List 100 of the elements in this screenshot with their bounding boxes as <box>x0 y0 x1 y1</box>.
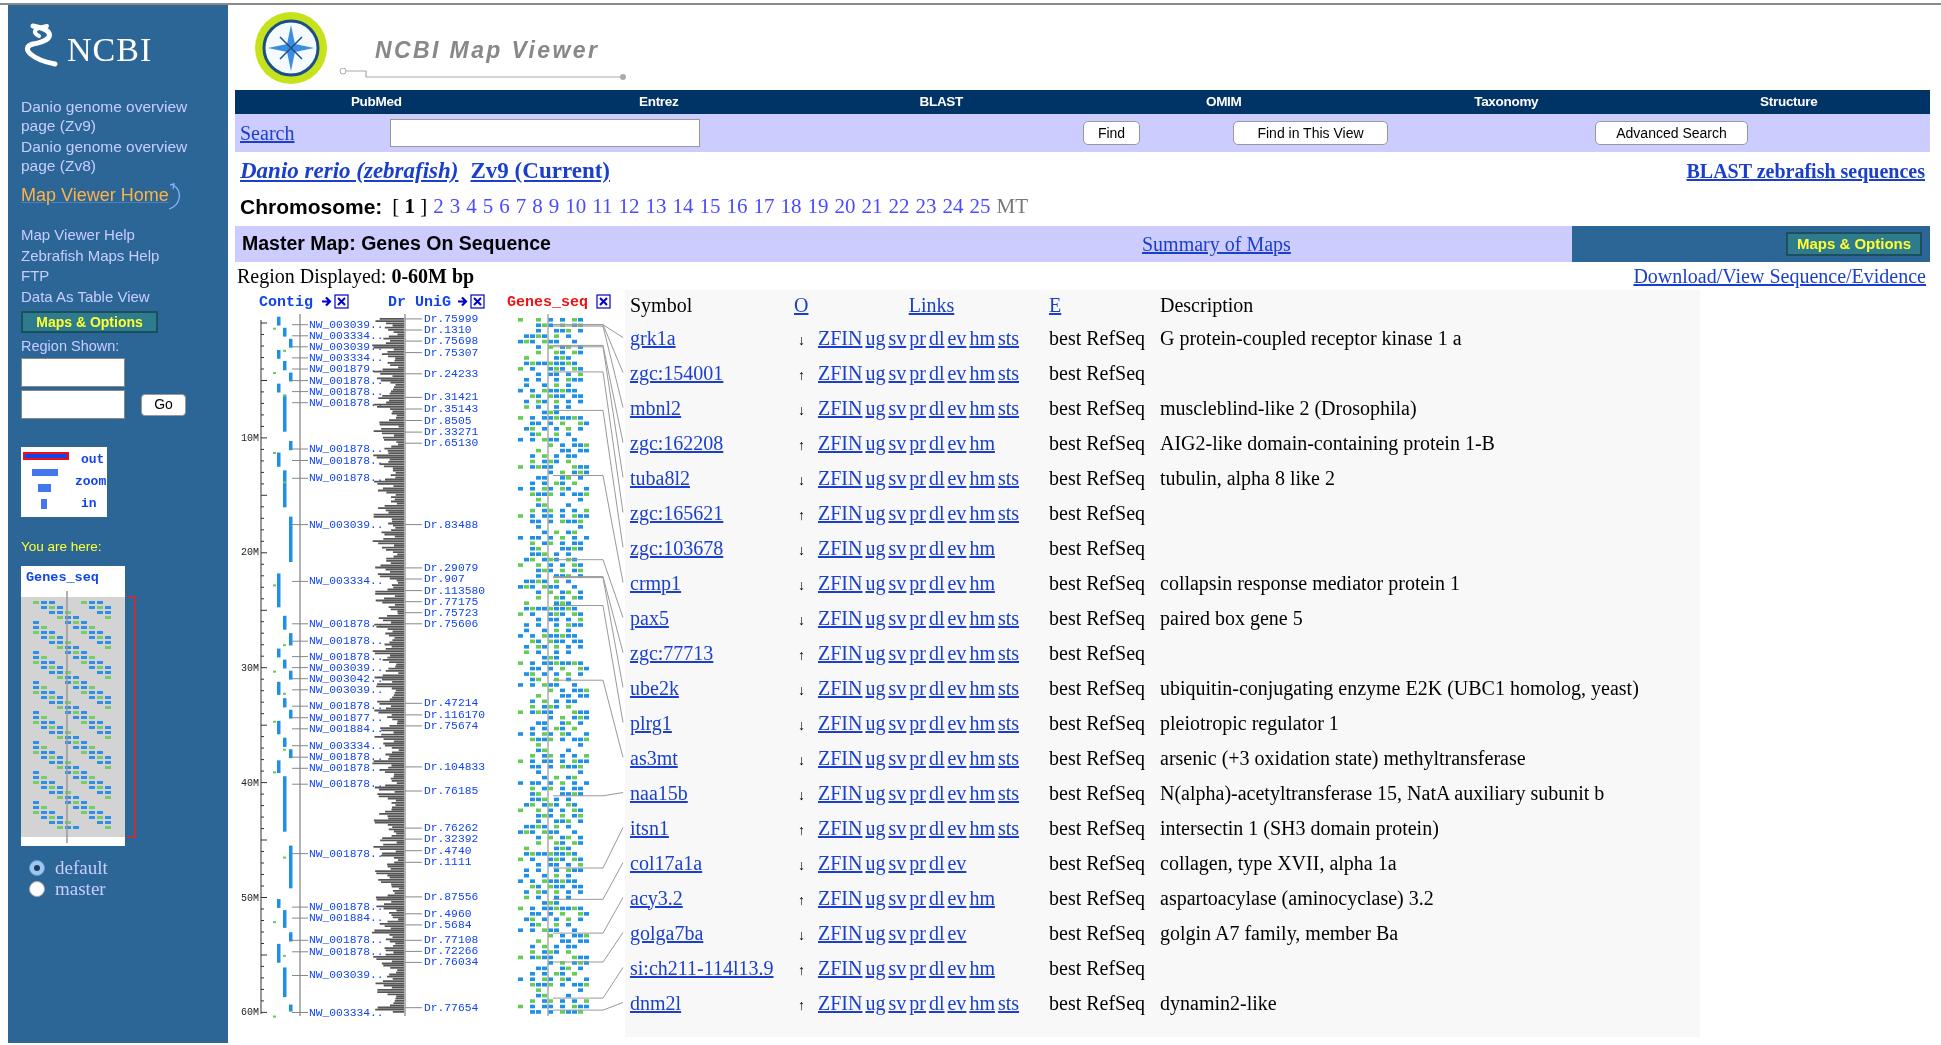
close-icon[interactable] <box>596 294 611 309</box>
resource-link[interactable]: sv <box>888 742 907 773</box>
resource-link[interactable]: ZFIN <box>818 777 863 808</box>
resource-link[interactable]: ev <box>947 637 967 668</box>
chromosome-link[interactable]: 10 <box>565 191 587 223</box>
chromosome-link[interactable]: 2 <box>433 191 444 223</box>
resource-link[interactable]: ev <box>947 602 967 633</box>
symbol-link[interactable]: golga7ba <box>630 921 704 944</box>
nav-link[interactable]: PubMed <box>350 91 402 113</box>
chromosome-link[interactable]: 8 <box>532 191 543 223</box>
resource-link[interactable]: ev <box>947 882 967 913</box>
contig-label[interactable]: NW_001878.. <box>309 374 384 387</box>
unigene-label[interactable]: Dr.8505 <box>424 414 472 427</box>
symbol-link[interactable]: as3mt <box>630 746 678 769</box>
resource-link[interactable]: dl <box>928 707 945 738</box>
sidebar-link[interactable]: FTP <box>21 266 218 287</box>
resource-link[interactable]: sts <box>997 462 1020 493</box>
resource-link[interactable]: hm <box>969 392 995 423</box>
arrow-icon[interactable] <box>456 295 469 308</box>
nav-link[interactable]: OMIM <box>1205 91 1242 113</box>
resource-link[interactable]: ev <box>947 357 967 388</box>
maps-options-button[interactable]: Maps & Options <box>1786 232 1922 256</box>
resource-link[interactable]: sv <box>888 322 907 353</box>
track-title[interactable]: Contig <box>259 294 313 311</box>
chromosome-link[interactable]: 13 <box>645 191 667 223</box>
maps-options-button[interactable]: Maps & Options <box>21 311 158 333</box>
symbol-link[interactable]: crmp1 <box>630 571 682 594</box>
resource-link[interactable]: hm <box>969 462 995 493</box>
resource-link[interactable]: ev <box>947 427 967 458</box>
resource-link[interactable]: pr <box>909 322 926 353</box>
resource-link[interactable]: pr <box>909 427 926 458</box>
go-button[interactable]: Go <box>141 393 186 416</box>
resource-link[interactable]: hm <box>969 567 995 598</box>
resource-link[interactable]: ZFIN <box>818 672 863 703</box>
contig-label[interactable]: NW_003039.. <box>309 661 384 674</box>
symbol-link[interactable]: pax5 <box>630 606 669 629</box>
resource-link[interactable]: ev <box>947 742 967 773</box>
unigene-label[interactable]: Dr.907 <box>424 573 465 585</box>
resource-link[interactable]: sts <box>997 392 1020 423</box>
symbol-link[interactable]: col17a1a <box>630 851 703 874</box>
contig-label[interactable]: NW_001884.. <box>309 912 384 925</box>
resource-link[interactable]: ZFIN <box>818 707 863 738</box>
resource-link[interactable]: ZFIN <box>818 532 863 563</box>
contig-label[interactable]: NW_003334.. <box>309 351 384 364</box>
contig-label[interactable]: NW_003039.. <box>309 969 384 982</box>
resource-link[interactable]: ug <box>865 672 886 703</box>
resource-link[interactable]: hm <box>969 812 995 843</box>
chromosome-link[interactable]: 22 <box>888 191 910 223</box>
resource-link[interactable]: hm <box>969 777 995 808</box>
chromosome-link[interactable]: 3 <box>449 191 461 223</box>
resource-link[interactable]: hm <box>969 532 995 563</box>
resource-link[interactable]: ZFIN <box>818 462 863 493</box>
resource-link[interactable]: sv <box>888 952 907 983</box>
unigene-label[interactable]: Dr.5684 <box>424 918 472 931</box>
chromosome-link[interactable]: 5 <box>482 191 494 223</box>
resource-link[interactable]: ev <box>947 952 967 983</box>
resource-link[interactable]: dl <box>928 567 945 598</box>
resource-link[interactable]: dl <box>928 427 945 458</box>
chromosome-link[interactable]: 23 <box>915 191 937 223</box>
blast-link[interactable]: BLAST zebrafish sequences <box>1686 156 1925 186</box>
resource-link[interactable]: sv <box>888 497 907 528</box>
contig-label[interactable]: NW_001878.. <box>309 700 384 713</box>
sidebar-link[interactable]: Danio genome overview page (Zv8) <box>21 137 213 175</box>
resource-link[interactable]: ZFIN <box>818 392 863 423</box>
resource-link[interactable]: pr <box>909 777 926 808</box>
resource-link[interactable]: sts <box>997 322 1020 353</box>
unigene-label[interactable]: Dr.77108 <box>424 934 479 947</box>
resource-link[interactable]: dl <box>928 392 945 423</box>
resource-link[interactable]: pr <box>909 602 926 633</box>
resource-link[interactable]: sts <box>997 357 1020 388</box>
resource-link[interactable]: pr <box>909 392 926 423</box>
resource-link[interactable]: dl <box>928 987 945 1018</box>
resource-link[interactable]: sv <box>888 427 907 458</box>
sidebar-link[interactable]: Zebrafish Maps Help <box>21 245 218 266</box>
nav-link[interactable]: Structure <box>1760 91 1818 113</box>
resource-link[interactable]: ug <box>865 812 886 843</box>
unigene-label[interactable]: Dr.24233 <box>424 367 479 380</box>
zoom-option[interactable]: zoom <box>75 471 107 493</box>
symbol-link[interactable]: tuba8l2 <box>630 466 690 489</box>
contig-label[interactable]: NW_001878.. <box>309 472 384 485</box>
resource-link[interactable]: ev <box>947 462 967 493</box>
resource-link[interactable]: ug <box>865 987 886 1018</box>
radio-button[interactable] <box>29 880 45 897</box>
symbol-link[interactable]: naa15b <box>630 781 688 804</box>
unigene-label[interactable]: Dr.1310 <box>424 323 472 336</box>
resource-link[interactable]: hm <box>969 497 995 528</box>
column-header-link[interactable]: E <box>1049 294 1062 316</box>
region-field[interactable] <box>21 390 125 419</box>
resource-link[interactable]: hm <box>969 882 995 913</box>
resource-link[interactable]: sv <box>888 392 907 423</box>
resource-link[interactable]: ug <box>865 497 886 528</box>
resource-link[interactable]: dl <box>928 672 945 703</box>
resource-link[interactable]: sv <box>888 917 907 948</box>
resource-link[interactable]: sv <box>888 357 907 388</box>
resource-link[interactable]: sts <box>997 777 1020 808</box>
contig-label[interactable]: NW_001884.. <box>309 722 384 735</box>
resource-link[interactable]: ug <box>865 742 886 773</box>
chromosome-link[interactable]: 17 <box>753 191 775 223</box>
resource-link[interactable]: ZFIN <box>818 882 863 913</box>
resource-link[interactable]: ev <box>947 987 967 1018</box>
